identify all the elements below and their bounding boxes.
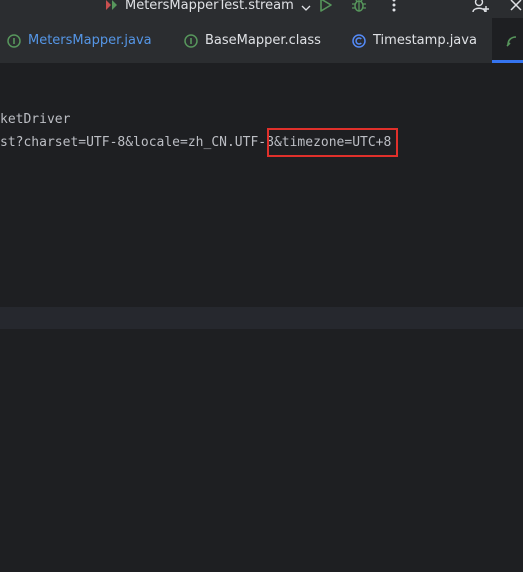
class-icon [352,33,366,48]
test-config-icon [103,0,119,13]
run-configuration-label: MetersMapperTest.stream [125,0,294,13]
tab-label: BaseMapper.class [205,33,321,48]
main-toolbar: MetersMapperTest.stream [0,0,523,18]
timezone-highlight: &timezone=UTC+8 [266,128,399,157]
more-vertical-icon[interactable] [385,0,403,14]
interface-icon [184,33,198,48]
run-icon[interactable] [317,0,335,14]
tab-config-file[interactable] [492,18,523,63]
debug-icon[interactable] [350,0,368,14]
tab-label: Timestamp.java [373,33,477,48]
current-line-highlight [0,307,523,329]
chevron-down-icon [300,0,312,11]
add-user-icon[interactable] [472,0,490,14]
active-tab-indicator [492,60,523,63]
code-line-url[interactable]: st?charset=UTF-8&locale=zh_CN.UTF-8&time… [0,128,399,157]
tab-meters-mapper[interactable]: MetersMapper.java [7,18,152,63]
close-icon[interactable] [507,0,523,14]
tab-base-mapper[interactable]: BaseMapper.class [170,18,342,63]
code-line-driver[interactable]: ketDriver [0,110,70,130]
tab-label: MetersMapper.java [28,33,152,48]
tab-timestamp[interactable]: Timestamp.java [352,18,477,63]
interface-icon [7,33,21,48]
editor-tab-bar: MetersMapper.java BaseMapper.class Times… [0,18,523,64]
url-text: st?charset=UTF-8&locale=zh_CN.UTF-8 [0,135,274,150]
run-configuration-selector[interactable]: MetersMapperTest.stream [103,0,312,15]
code-editor[interactable]: ketDriver st?charset=UTF-8&locale=zh_CN.… [0,64,523,572]
config-file-icon [505,34,519,48]
